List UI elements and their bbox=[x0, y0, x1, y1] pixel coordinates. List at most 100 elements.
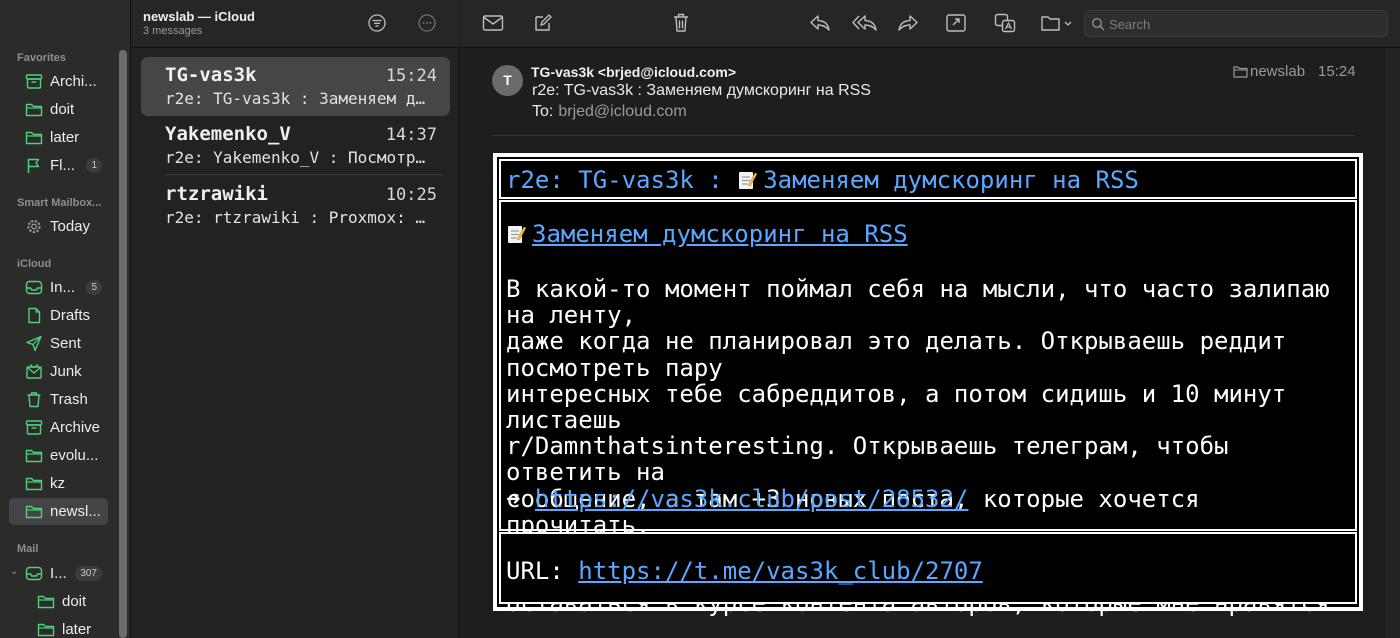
sidebar-scrollbar[interactable] bbox=[119, 50, 127, 638]
reply-icon[interactable] bbox=[808, 12, 832, 34]
sidebar-item-kz[interactable]: kz bbox=[9, 470, 108, 497]
unread-badge: 307 bbox=[75, 566, 102, 581]
draft-icon bbox=[25, 307, 43, 324]
more-icon[interactable] bbox=[417, 13, 437, 33]
message-divider bbox=[165, 174, 443, 175]
sidebar-item-label: kz bbox=[50, 475, 65, 492]
junk-icon bbox=[25, 363, 43, 380]
trash-icon[interactable] bbox=[669, 12, 693, 34]
sidebar-item-label: later bbox=[50, 129, 80, 146]
sidebar-item-evolution[interactable]: evolu... bbox=[9, 442, 108, 469]
memo-icon bbox=[506, 223, 526, 245]
email-to: To: brjed@icloud.com bbox=[532, 103, 687, 121]
search-icon bbox=[1091, 17, 1105, 31]
to-label: To: bbox=[532, 103, 554, 120]
section-favorites: Favorites bbox=[17, 52, 66, 64]
sidebar-item-inbox-mail[interactable]: I... 307 bbox=[9, 560, 108, 587]
translate-icon[interactable] bbox=[993, 12, 1017, 34]
folder-icon bbox=[1233, 66, 1248, 78]
email-body: r2e: TG-vas3k : Заменяем думскоринг на R… bbox=[493, 153, 1363, 617]
message-subject: r2e: Yakemenko_V : Посмотрите bbox=[165, 148, 427, 167]
sidebar-item-label: Fl... bbox=[50, 157, 75, 174]
archive-icon bbox=[25, 73, 43, 90]
inbox-icon bbox=[25, 279, 43, 296]
message-subject: r2e: rtzrawiki : Proxmox: Перенос bbox=[165, 208, 427, 227]
message-sender: rtzrawiki bbox=[165, 183, 268, 205]
sidebar-item-label: Today bbox=[50, 218, 91, 235]
search-input[interactable] bbox=[1109, 14, 1379, 34]
mailbox-name: newslab bbox=[1250, 63, 1306, 80]
section-smart-mailboxes: Smart Mailbox... bbox=[17, 197, 102, 209]
message-row[interactable]: TG-vas3k 15:24 r2e: TG-vas3k : Заменяем … bbox=[141, 57, 450, 116]
body-content-cell: Заменяем думскоринг на RSS В какой-то мо… bbox=[499, 200, 1357, 617]
archive-icon bbox=[25, 419, 43, 436]
search-field[interactable] bbox=[1084, 10, 1388, 37]
body-heading-text[interactable]: Заменяем думскоринг на RSS bbox=[532, 220, 908, 248]
message-sender: Yakemenko_V bbox=[165, 123, 291, 145]
sidebar-item-archive[interactable]: Archive bbox=[9, 414, 108, 441]
sidebar-item-junk[interactable]: Junk bbox=[9, 358, 108, 385]
sidebar-item-label: evolu... bbox=[50, 447, 99, 464]
sidebar-item-label: I... bbox=[50, 565, 67, 582]
arrow-icon: ➜ bbox=[506, 485, 535, 513]
email-from[interactable]: TG-vas3k <brjed@icloud.com> bbox=[531, 64, 736, 80]
get-mail-icon[interactable] bbox=[481, 12, 505, 34]
sidebar-item-trash[interactable]: Trash bbox=[9, 386, 108, 413]
memo-icon bbox=[737, 169, 758, 191]
url-link[interactable]: https://t.me/vas3k_club/2707 bbox=[578, 557, 983, 585]
toolbar bbox=[460, 0, 1400, 48]
body-heading[interactable]: Заменяем думскоринг на RSS bbox=[506, 220, 908, 248]
sidebar-item-archive-fav[interactable]: Archi... bbox=[9, 68, 108, 95]
post-link[interactable]: https://vas3k.club/post/28532/ bbox=[535, 485, 968, 513]
folder-icon bbox=[25, 129, 43, 146]
body-title-cell: r2e: TG-vas3k : Заменяем думскоринг на R… bbox=[499, 159, 1357, 199]
message-list: newslab — iCloud 3 messages TG-vas3k 15:… bbox=[132, 0, 459, 638]
move-icon[interactable] bbox=[944, 12, 968, 34]
message-row[interactable]: Yakemenko_V 14:37 r2e: Yakemenko_V : Пос… bbox=[141, 116, 450, 175]
sidebar-item-drafts[interactable]: Drafts bbox=[9, 302, 108, 329]
to-address[interactable]: brjed@icloud.com bbox=[558, 103, 686, 120]
folder-icon bbox=[37, 621, 55, 638]
message-list-header: newslab — iCloud 3 messages bbox=[132, 0, 459, 48]
message-count: 3 messages bbox=[143, 25, 203, 37]
section-mail: Mail bbox=[17, 543, 39, 555]
body-title-prefix: r2e: TG-vas3k : bbox=[506, 166, 738, 194]
folder-icon bbox=[37, 593, 55, 610]
folder-icon bbox=[25, 447, 43, 464]
reading-pane: T TG-vas3k <brjed@icloud.com> r2e: TG-va… bbox=[460, 0, 1400, 638]
sidebar-item-inbox-icloud[interactable]: In... 5 bbox=[9, 274, 108, 301]
mailbox-menu-icon[interactable] bbox=[1039, 12, 1073, 34]
filter-icon[interactable] bbox=[367, 13, 387, 33]
message-subject: r2e: TG-vas3k : Заменяем думскоринг на R… bbox=[165, 89, 427, 108]
body-title-text: Заменяем думскоринг на RSS bbox=[763, 166, 1139, 194]
compose-icon[interactable] bbox=[531, 12, 555, 34]
email-subject: r2e: TG-vas3k : Заменяем думскоринг на R… bbox=[532, 82, 871, 99]
post-link-row: ➜ https://vas3k.club/post/28532/ bbox=[506, 485, 968, 513]
sidebar-item-newslab[interactable]: newsl... bbox=[9, 498, 108, 525]
sidebar-item-later-fav[interactable]: later bbox=[9, 124, 108, 151]
sidebar-item-label: In... bbox=[50, 279, 76, 296]
sidebar-item-label: Archi... bbox=[50, 73, 97, 90]
sidebar-item-doit-fav[interactable]: doit bbox=[9, 96, 108, 123]
mailbox-title: newslab — iCloud bbox=[143, 9, 255, 24]
sidebar-item-label: later bbox=[62, 621, 92, 638]
sidebar-item-label: Archive bbox=[50, 419, 101, 436]
sidebar-item-label: Trash bbox=[50, 391, 88, 408]
body-title: r2e: TG-vas3k : Заменяем думскоринг на R… bbox=[506, 166, 1139, 194]
flag-icon bbox=[25, 157, 43, 174]
reply-all-icon[interactable] bbox=[852, 12, 878, 34]
sidebar-item-label: Drafts bbox=[50, 307, 91, 324]
sidebar-item-flagged[interactable]: Fl... 1 bbox=[9, 152, 108, 179]
message-time: 14:37 bbox=[385, 125, 437, 145]
url-label: URL: bbox=[506, 557, 579, 585]
unread-badge: 1 bbox=[86, 158, 102, 173]
sidebar-item-sent[interactable]: Sent bbox=[9, 330, 108, 357]
sidebar-item-label: doit bbox=[62, 593, 87, 610]
forward-icon[interactable] bbox=[896, 12, 920, 34]
message-row[interactable]: rtzrawiki 10:25 r2e: rtzrawiki : Proxmox… bbox=[141, 176, 450, 235]
sidebar-item-later-mail[interactable]: later bbox=[21, 616, 108, 638]
sidebar-item-today[interactable]: Today bbox=[9, 213, 108, 240]
reader-scrollbar[interactable] bbox=[1386, 48, 1400, 638]
sidebar-item-doit-mail[interactable]: doit bbox=[21, 588, 108, 615]
email-time: 15:24 bbox=[1318, 63, 1356, 80]
